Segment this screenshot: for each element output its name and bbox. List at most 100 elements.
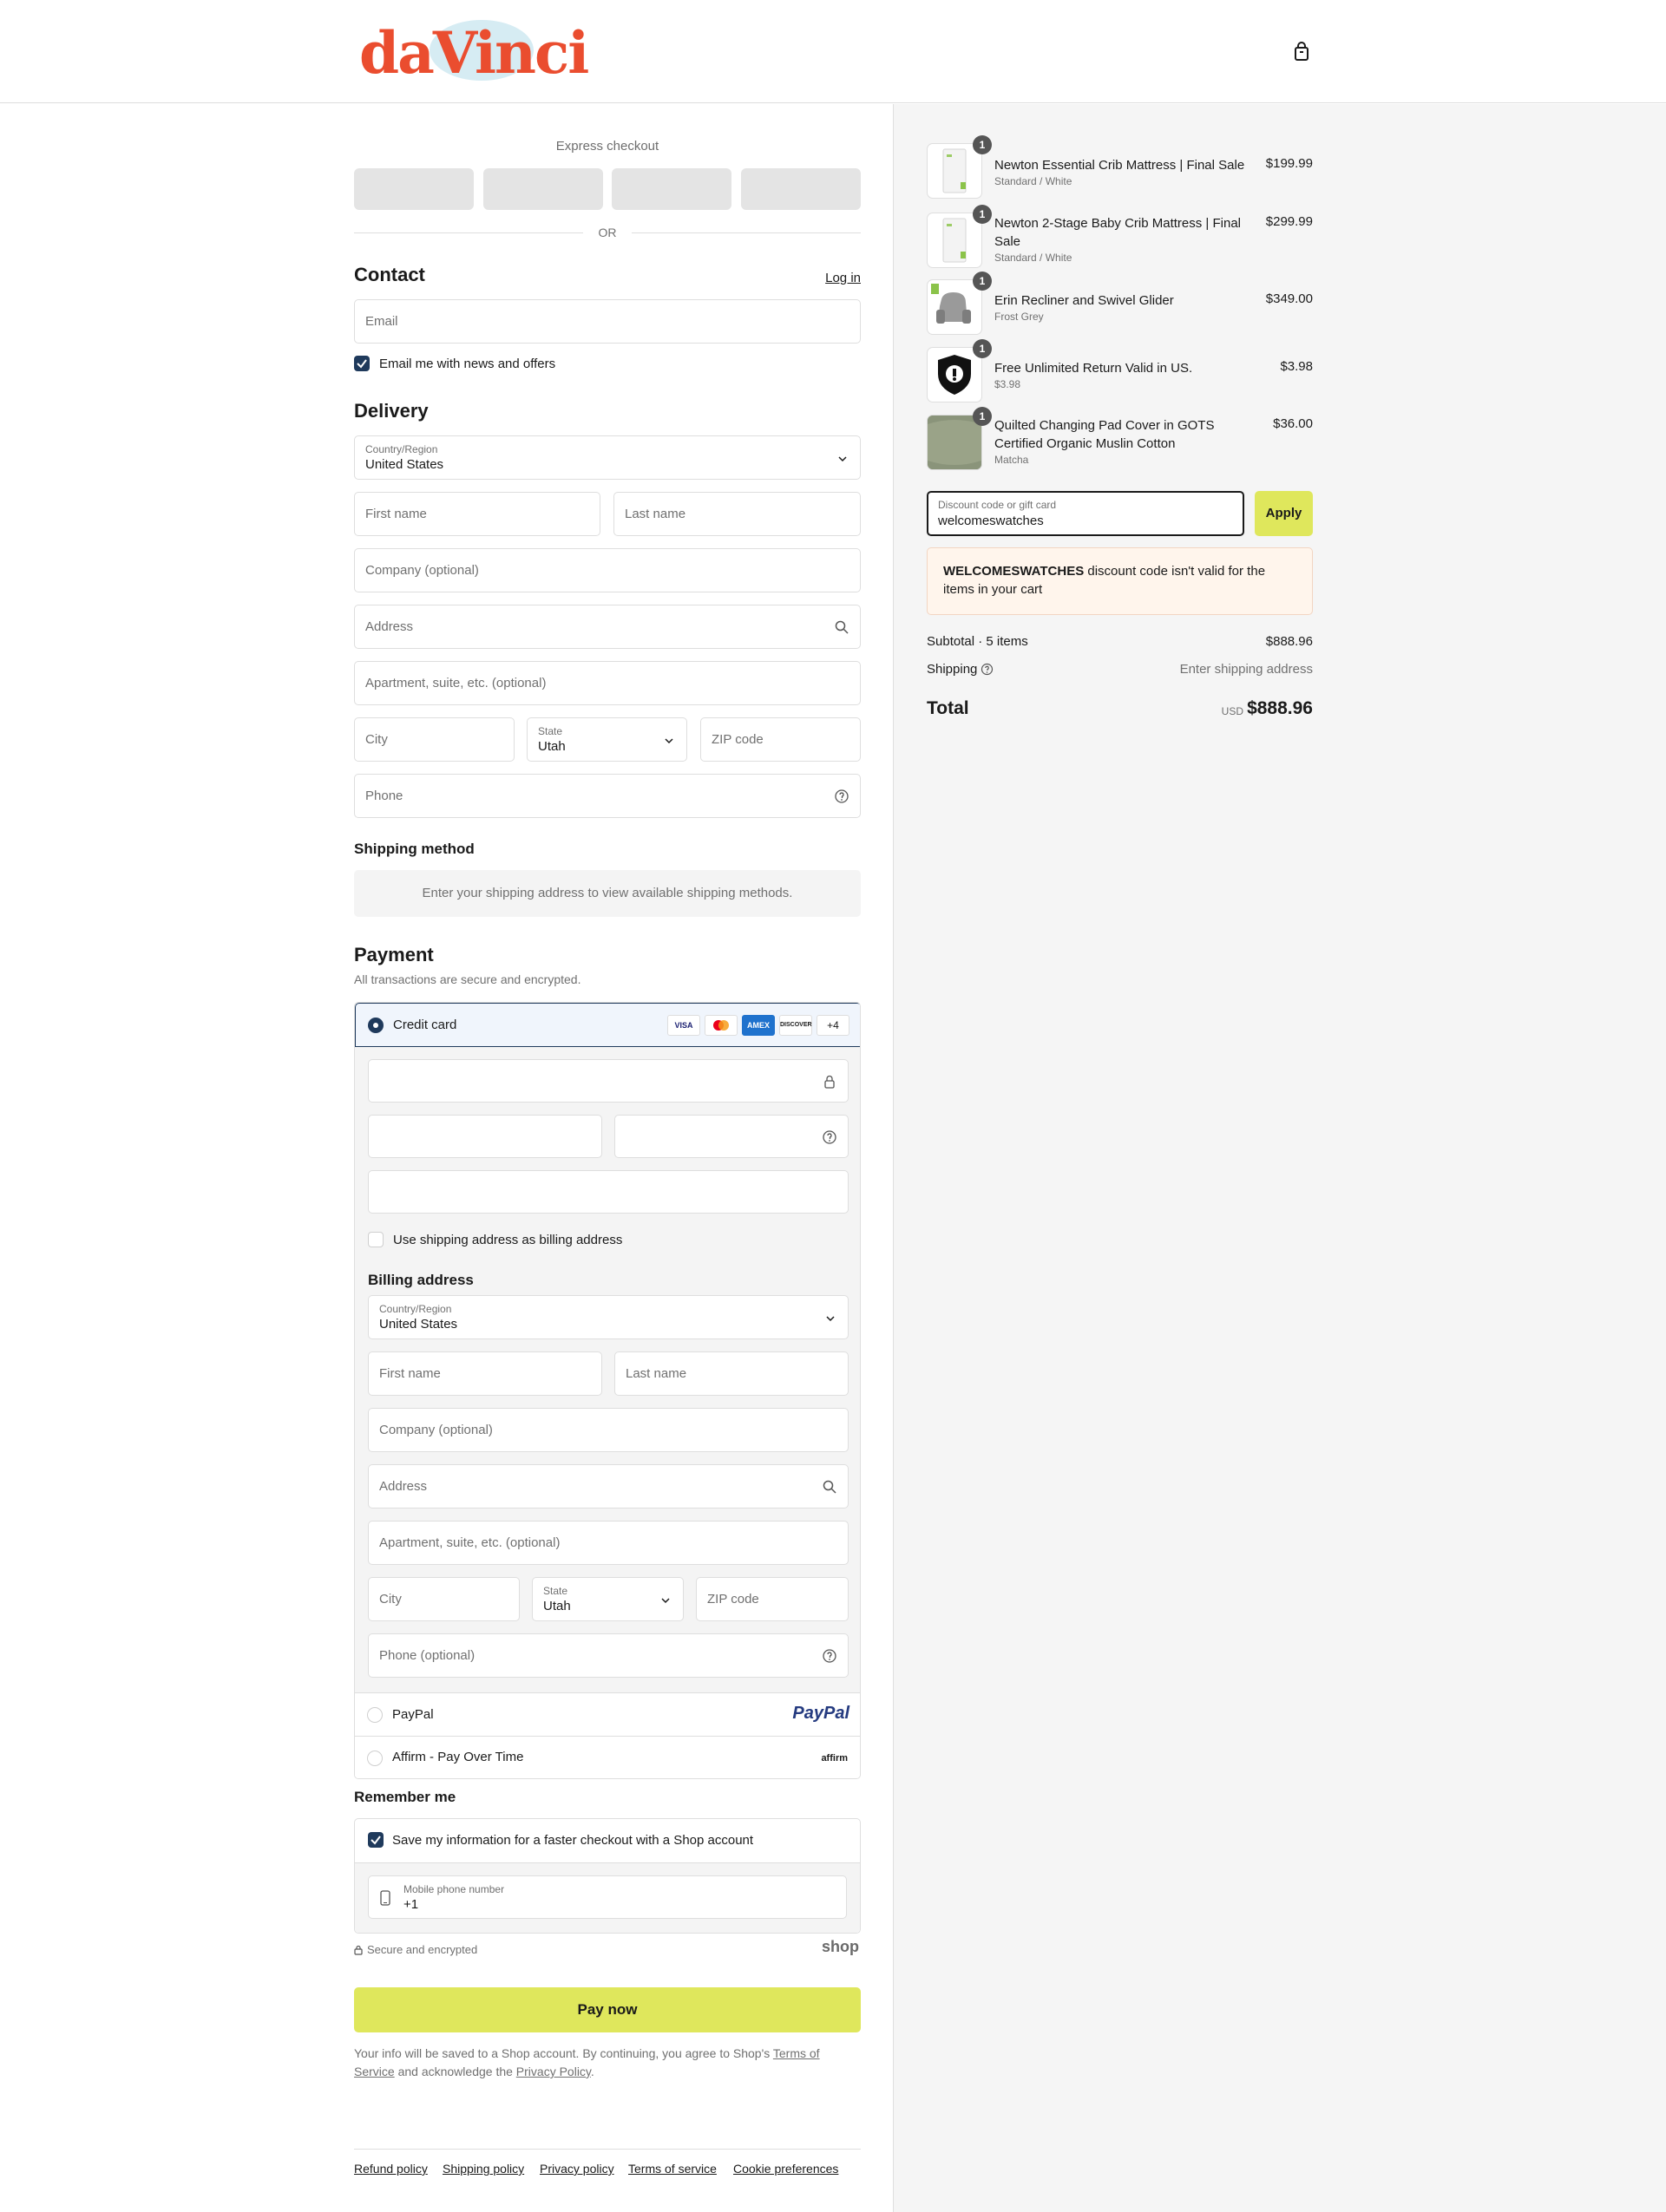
express-pay-button-4[interactable] [741, 168, 861, 210]
product-thumbnail: 1 [927, 272, 992, 335]
login-link[interactable]: Log in [825, 271, 861, 285]
zip-field[interactable]: ZIP code [700, 717, 861, 762]
credit-card-radio[interactable] [368, 1018, 384, 1033]
chevron-down-icon [826, 1316, 835, 1322]
error-code: WELCOMESWATCHES [943, 564, 1085, 579]
shipping-policy-link[interactable]: Shipping policy [443, 2162, 524, 2176]
company-placeholder: Company (optional) [365, 563, 479, 578]
last-name-field[interactable]: Last name [613, 492, 861, 536]
chevron-down-icon [665, 738, 673, 744]
search-icon [823, 1480, 836, 1494]
express-pay-button-1[interactable] [354, 168, 474, 210]
refund-policy-link[interactable]: Refund policy [354, 2162, 428, 2176]
affirm-radio[interactable] [367, 1751, 383, 1766]
legal-prefix: Your info will be saved to a Shop accoun… [354, 2046, 773, 2060]
first-name-field[interactable]: First name [354, 492, 600, 536]
state-select[interactable]: State Utah [527, 717, 687, 762]
billing-state-label: State [543, 1585, 568, 1597]
shop-legal-note: Your info will be saved to a Shop accoun… [354, 2045, 861, 2081]
city-field[interactable]: City [354, 717, 515, 762]
phone-placeholder: Phone [365, 789, 403, 803]
apartment-placeholder: Apartment, suite, etc. (optional) [365, 676, 547, 690]
paypal-radio[interactable] [367, 1707, 383, 1723]
billing-address-field[interactable]: Address [368, 1464, 849, 1508]
privacy-policy-footer-link[interactable]: Privacy policy [540, 2162, 614, 2176]
remember-me-heading: Remember me [354, 1789, 456, 1805]
pay-now-button[interactable]: Pay now [354, 1987, 861, 2032]
company-field[interactable]: Company (optional) [354, 548, 861, 592]
use-shipping-checkbox[interactable] [368, 1232, 384, 1247]
address-field[interactable]: Address [354, 605, 861, 649]
discount-code-field[interactable]: Discount code or gift card welcomeswatch… [927, 491, 1244, 536]
name-on-card-field[interactable] [368, 1170, 849, 1214]
recliner-image [931, 284, 971, 324]
shield-icon [938, 355, 971, 395]
item-name: Free Unlimited Return Valid in US. [994, 361, 1193, 376]
logo-text: daVinci [359, 19, 589, 87]
billing-address-placeholder: Address [379, 1479, 428, 1494]
billing-first-name-field[interactable]: First name [368, 1351, 602, 1396]
item-price: $3.98 [1280, 359, 1313, 374]
express-pay-button-3[interactable] [612, 168, 731, 210]
item-price: $349.00 [1265, 291, 1313, 306]
help-icon[interactable] [834, 789, 849, 804]
billing-zip-field[interactable]: ZIP code [696, 1577, 849, 1621]
express-pay-button-2[interactable] [483, 168, 603, 210]
billing-city-placeholder: City [379, 1592, 402, 1607]
bag-icon[interactable] [1290, 41, 1313, 63]
apartment-field[interactable]: Apartment, suite, etc. (optional) [354, 661, 861, 705]
help-icon[interactable] [981, 663, 994, 676]
privacy-policy-link[interactable]: Privacy Policy [516, 2065, 591, 2078]
country-select[interactable]: Country/Region United States [354, 435, 861, 480]
lock-icon [354, 1945, 363, 1955]
card-number-field[interactable] [368, 1059, 849, 1103]
affirm-option[interactable]: Affirm - Pay Over Time affirm [355, 1736, 860, 1778]
davinci-logo[interactable]: daVinci [356, 17, 590, 87]
amex-icon: AMEX [742, 1015, 775, 1036]
subtotal-label: Subtotal · 5 items [927, 634, 1028, 649]
address-placeholder: Address [365, 619, 414, 634]
billing-phone-field[interactable]: Phone (optional) [368, 1633, 849, 1678]
help-icon[interactable] [822, 1129, 837, 1145]
item-name: Quilted Changing Pad Cover in GOTS Certi… [994, 418, 1215, 451]
billing-phone-placeholder: Phone (optional) [379, 1648, 476, 1663]
billing-zip-placeholder: ZIP code [707, 1592, 759, 1607]
billing-last-name-field[interactable]: Last name [614, 1351, 849, 1396]
item-price: $199.99 [1265, 156, 1313, 171]
legal-middle: and acknowledge the [394, 2065, 516, 2078]
item-name: Erin Recliner and Swivel Glider [994, 293, 1174, 308]
billing-apartment-field[interactable]: Apartment, suite, etc. (optional) [368, 1521, 849, 1565]
phone-icon [380, 1890, 390, 1906]
last-name-placeholder: Last name [625, 507, 686, 521]
apply-discount-button[interactable]: Apply [1255, 491, 1313, 536]
email-field[interactable]: Email [354, 299, 861, 344]
quantity-badge: 1 [973, 339, 992, 358]
expiry-field[interactable] [368, 1115, 602, 1158]
site-header: daVinci [0, 0, 1666, 103]
billing-company-field[interactable]: Company (optional) [368, 1408, 849, 1452]
item-variant: Frost Grey [994, 311, 1044, 323]
newsletter-checkbox[interactable] [354, 356, 370, 371]
phone-field[interactable]: Phone [354, 774, 861, 818]
terms-of-service-footer-link[interactable]: Terms of service [628, 2162, 717, 2176]
chevron-down-icon [838, 456, 847, 462]
help-icon[interactable] [822, 1648, 837, 1664]
shop-logo: shop [822, 1938, 859, 1955]
shipping-method-heading: Shipping method [354, 841, 475, 857]
item-name: Newton 2-Stage Baby Crib Mattress | Fina… [994, 216, 1242, 249]
quantity-badge: 1 [973, 135, 992, 154]
security-code-field[interactable] [614, 1115, 849, 1158]
divider [632, 232, 861, 233]
mobile-phone-field[interactable]: Mobile phone number +1 [368, 1875, 847, 1919]
billing-city-field[interactable]: City [368, 1577, 520, 1621]
more-cards-badge: +4 [817, 1015, 849, 1036]
billing-state-select[interactable]: State Utah [532, 1577, 684, 1621]
billing-country-select[interactable]: Country/Region United States [368, 1295, 849, 1339]
paypal-option[interactable]: PayPal PayPal [355, 1692, 860, 1736]
save-info-checkbox[interactable] [368, 1832, 384, 1848]
zip-placeholder: ZIP code [712, 732, 764, 747]
cookie-preferences-link[interactable]: Cookie preferences [733, 2162, 838, 2176]
quantity-badge: 1 [973, 205, 992, 224]
credit-card-option[interactable]: Credit card VISA AMEX DISCOVER +4 [355, 1003, 860, 1047]
paypal-logo: PayPal [792, 1704, 849, 1723]
